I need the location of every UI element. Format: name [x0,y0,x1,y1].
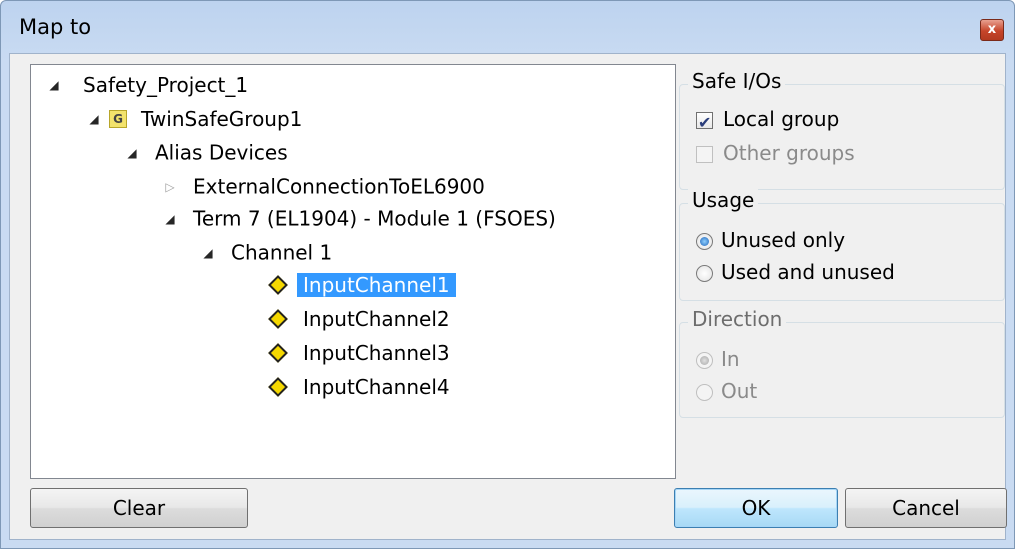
direction-in-radio[interactable]: In [696,345,740,373]
g-group-icon: G [109,109,127,128]
tree-node-label: Term 7 (EL1904) - Module 1 (FSOES) [193,206,556,231]
close-icon: x [987,22,997,37]
other-groups-label: Other groups [723,141,855,165]
tree-node-label: InputChannel3 [303,340,450,365]
tree-node-label: ExternalConnectionToEL6900 [193,174,485,199]
unused-only-radio[interactable]: Unused only [696,226,845,254]
usage-groupbox: Usage Unused only Used and unused [679,188,1005,301]
tree-node-inputchannel1[interactable]: InputChannel1 [267,267,456,299]
safe-ios-groupbox: Safe I/Os Local group Other groups [679,69,1005,190]
radio-unselected-disabled-icon[interactable] [696,384,713,401]
title-bar[interactable]: Map to x [1,1,1014,53]
tree-node-external-connection[interactable]: ▷ ExternalConnectionToEL6900 [161,169,485,201]
project-tree[interactable]: ◢ Safety_Project_1 ◢ G TwinSafeGroup1 ◢ Alia… [30,64,676,479]
local-group-checkbox[interactable]: Local group [696,105,840,137]
tree-node-label: Alias Devices [155,140,288,165]
tree-node-label: InputChannel2 [303,306,450,331]
dialog-client-area: ◢ Safety_Project_1 ◢ G TwinSafeGroup1 ◢ Alia… [9,53,1007,540]
direction-out-label: Out [721,379,758,403]
direction-legend: Direction [688,307,787,331]
safe-ios-legend: Safe I/Os [688,69,786,93]
tree-node-label: Safety_Project_1 [83,72,249,97]
close-button[interactable]: x [980,19,1004,41]
direction-out-radio[interactable]: Out [696,377,757,405]
triangle-down-icon[interactable]: ◢ [123,137,141,169]
tree-node-group[interactable]: ◢ G TwinSafeGroup1 [85,101,304,133]
tree-node-label: TwinSafeGroup1 [141,106,303,131]
direction-in-label: In [721,347,740,371]
tree-node-label-selected: InputChannel1 [297,272,456,297]
direction-groupbox: Direction In Out [679,307,1005,418]
radio-unselected-icon[interactable] [696,265,713,282]
ok-button[interactable]: OK [674,488,838,528]
triangle-right-icon[interactable]: ▷ [161,171,179,203]
clear-button[interactable]: Clear [30,488,248,528]
tree-node-inputchannel3[interactable]: InputChannel3 [267,335,456,367]
tree-node-inputchannel2[interactable]: InputChannel2 [267,301,456,333]
usage-legend: Usage [688,188,759,212]
unused-only-label: Unused only [721,228,846,252]
yellow-diamond-icon [268,308,288,329]
tree-node-label: Channel 1 [231,240,333,265]
triangle-down-icon[interactable]: ◢ [161,203,179,235]
tree-node-label: InputChannel4 [303,374,450,399]
triangle-down-icon[interactable]: ◢ [199,237,217,269]
yellow-diamond-icon [268,274,288,295]
local-group-label: Local group [723,107,840,131]
tree-node-term7[interactable]: ◢ Term 7 (EL1904) - Module 1 (FSOES) [161,201,556,235]
map-to-dialog: Map to x ◢ Safety_Project_1 ◢ G TwinSafeGro… [0,0,1015,549]
checkbox-unchecked-icon[interactable] [696,146,713,163]
radio-selected-disabled-icon[interactable] [696,352,713,369]
yellow-diamond-icon [268,376,288,397]
radio-selected-icon[interactable] [696,233,713,250]
triangle-down-icon[interactable]: ◢ [85,103,103,135]
triangle-down-icon[interactable]: ◢ [45,69,63,101]
yellow-diamond-icon [268,342,288,363]
tree-node-alias-devices[interactable]: ◢ Alias Devices [123,135,288,169]
used-and-unused-label: Used and unused [721,260,895,284]
tree-node-inputchannel4[interactable]: InputChannel4 [267,369,456,401]
tree-node-channel1[interactable]: ◢ Channel 1 [199,235,332,267]
cancel-button[interactable]: Cancel [845,488,1007,528]
dialog-title: Map to [19,15,92,39]
other-groups-checkbox[interactable]: Other groups [696,139,855,167]
checkbox-checked-icon[interactable] [696,109,713,137]
used-and-unused-radio[interactable]: Used and unused [696,258,895,286]
tree-node-root[interactable]: ◢ Safety_Project_1 [45,67,254,99]
